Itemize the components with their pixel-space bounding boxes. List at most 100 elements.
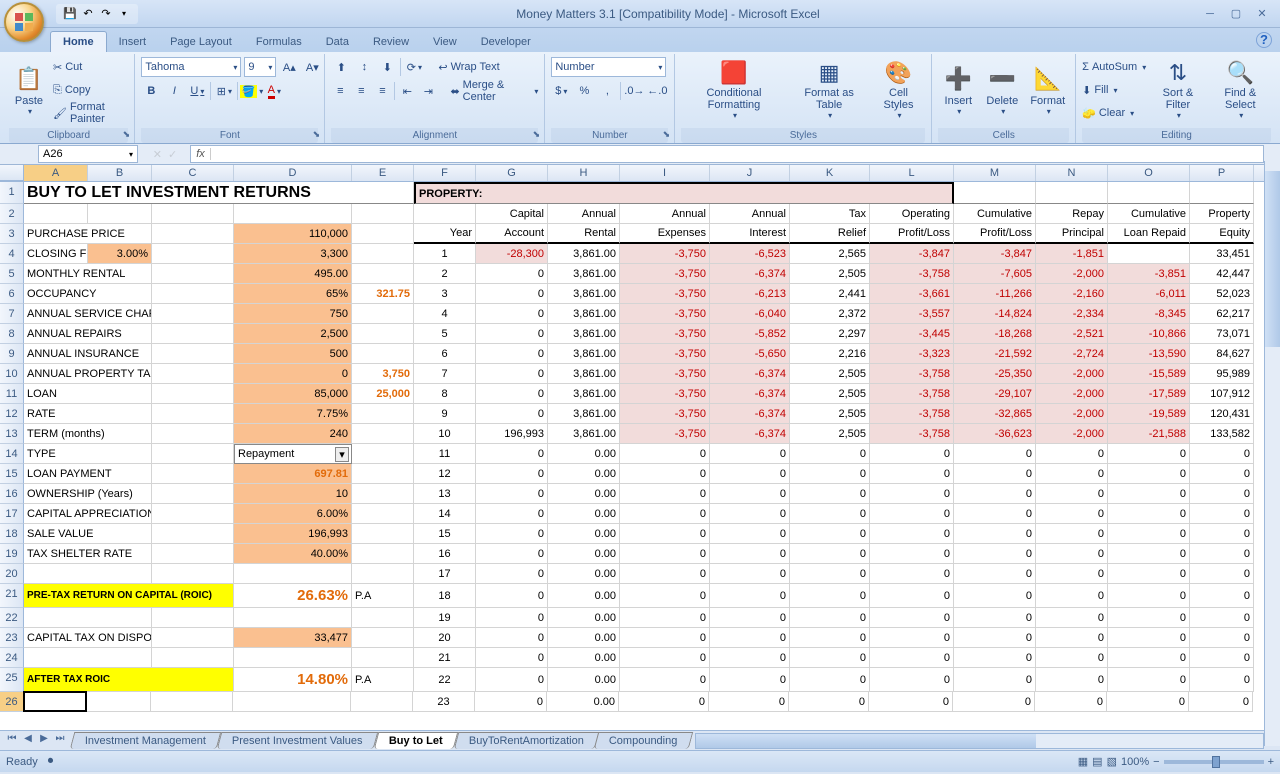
cell[interactable]: -6,213 <box>710 284 790 304</box>
cell[interactable]: 22 <box>414 668 476 692</box>
ribbon-tab-view[interactable]: View <box>421 32 469 52</box>
cell[interactable]: 0 <box>870 444 954 464</box>
cell[interactable]: -3,758 <box>870 404 954 424</box>
cell[interactable]: 0 <box>1036 608 1108 628</box>
cell[interactable]: 0 <box>620 544 710 564</box>
cell[interactable]: 3,861.00 <box>548 284 620 304</box>
cell[interactable]: 2,505 <box>790 404 870 424</box>
cell[interactable]: -3,758 <box>870 364 954 384</box>
cell[interactable]: -3,557 <box>870 304 954 324</box>
cell[interactable]: 85,000 <box>234 384 352 404</box>
cell[interactable]: 0 <box>710 504 790 524</box>
cell[interactable]: 0 <box>1036 504 1108 524</box>
number-format-dropdown[interactable]: Number▾ <box>551 57 666 77</box>
cell[interactable]: 0 <box>1035 692 1107 712</box>
cell[interactable]: 2,505 <box>790 364 870 384</box>
cell[interactable]: 0 <box>954 464 1036 484</box>
cell[interactable] <box>352 524 414 544</box>
undo-icon[interactable]: ↶ <box>80 6 96 22</box>
cell[interactable]: Equity <box>1190 224 1254 244</box>
cell[interactable]: 11 <box>414 444 476 464</box>
cell[interactable]: 0 <box>710 608 790 628</box>
cell[interactable]: 4 <box>414 304 476 324</box>
ribbon-tab-home[interactable]: Home <box>50 31 107 52</box>
view-break-button[interactable]: ▧ <box>1107 755 1117 768</box>
cell[interactable]: -3,851 <box>1108 264 1190 284</box>
cell[interactable]: 0 <box>710 668 790 692</box>
cell[interactable]: 0 <box>1108 524 1190 544</box>
align-top-button[interactable]: ⬆ <box>331 57 351 77</box>
cell[interactable]: 0 <box>1190 584 1254 608</box>
cell[interactable] <box>234 204 352 224</box>
cell[interactable]: P.A <box>352 584 414 608</box>
row-header[interactable]: 17 <box>0 504 24 524</box>
cell[interactable]: 0 <box>1190 668 1254 692</box>
cell[interactable]: 133,582 <box>1190 424 1254 444</box>
align-bottom-button[interactable]: ⬇ <box>377 57 397 77</box>
cell[interactable]: RATE <box>24 404 152 424</box>
cell[interactable]: 0 <box>870 608 954 628</box>
column-header-P[interactable]: P <box>1190 165 1254 181</box>
cell[interactable]: -3,758 <box>870 264 954 284</box>
border-button[interactable]: ⊞▾ <box>214 81 234 101</box>
cell[interactable]: 2,372 <box>790 304 870 324</box>
cell[interactable]: -6,523 <box>710 244 790 264</box>
column-header-A[interactable]: A <box>24 165 88 181</box>
cell[interactable]: -28,300 <box>476 244 548 264</box>
cell[interactable]: -3,750 <box>620 244 710 264</box>
ribbon-tab-developer[interactable]: Developer <box>469 32 543 52</box>
row-header[interactable]: 16 <box>0 484 24 504</box>
cell[interactable]: 0 <box>1190 648 1254 668</box>
cell[interactable]: 0 <box>1108 444 1190 464</box>
cell[interactable]: 33,451 <box>1190 244 1254 264</box>
cell[interactable] <box>152 628 234 648</box>
name-box[interactable]: A26▾ <box>38 145 138 163</box>
cell[interactable]: -3,661 <box>870 284 954 304</box>
cell[interactable]: 0.00 <box>548 484 620 504</box>
cell[interactable]: -7,605 <box>954 264 1036 284</box>
cell[interactable] <box>152 608 234 628</box>
cell[interactable]: 3,861.00 <box>548 304 620 324</box>
cell[interactable]: 321.75 <box>352 284 414 304</box>
cell[interactable]: 0 <box>710 524 790 544</box>
last-sheet-button[interactable]: ⏭ <box>52 733 68 749</box>
cell[interactable]: 0 <box>1190 444 1254 464</box>
cell[interactable]: -17,589 <box>1108 384 1190 404</box>
cell[interactable]: 495.00 <box>234 264 352 284</box>
cell[interactable]: 0 <box>1108 504 1190 524</box>
cell[interactable] <box>24 648 152 668</box>
align-middle-button[interactable]: ↕ <box>354 57 374 77</box>
row-header[interactable]: 8 <box>0 324 24 344</box>
shrink-font-button[interactable]: A▾ <box>302 57 322 77</box>
prev-sheet-button[interactable]: ◀ <box>20 733 36 749</box>
cell[interactable]: 5 <box>414 324 476 344</box>
cell[interactable]: -21,588 <box>1108 424 1190 444</box>
cell[interactable] <box>352 564 414 584</box>
ribbon-tab-insert[interactable]: Insert <box>107 32 159 52</box>
cell-styles-button[interactable]: 🎨Cell Styles▾ <box>872 56 926 122</box>
row-header[interactable]: 6 <box>0 284 24 304</box>
cell[interactable]: 0 <box>1036 524 1108 544</box>
cell[interactable]: 196,993 <box>476 424 548 444</box>
cell[interactable]: 0 <box>476 324 548 344</box>
cell[interactable]: 3,861.00 <box>548 364 620 384</box>
cell[interactable] <box>152 224 234 244</box>
cell[interactable]: 0.00 <box>547 692 619 712</box>
close-button[interactable]: ✕ <box>1250 6 1274 22</box>
row-header[interactable]: 24 <box>0 648 24 668</box>
cell[interactable]: 0 <box>870 524 954 544</box>
cell[interactable] <box>352 544 414 564</box>
redo-icon[interactable]: ↷ <box>98 6 114 22</box>
cell[interactable] <box>87 692 151 712</box>
cell[interactable]: 65% <box>234 284 352 304</box>
zoom-slider[interactable] <box>1164 760 1264 764</box>
cell[interactable]: -2,521 <box>1036 324 1108 344</box>
cell[interactable]: 14 <box>414 504 476 524</box>
cell[interactable]: Loan Repaid <box>1108 224 1190 244</box>
cell[interactable] <box>352 324 414 344</box>
cell[interactable]: 0 <box>234 364 352 384</box>
cell[interactable]: 0 <box>476 608 548 628</box>
cell[interactable]: 3,861.00 <box>548 324 620 344</box>
cell[interactable]: 0 <box>710 564 790 584</box>
cell[interactable]: 17 <box>414 564 476 584</box>
